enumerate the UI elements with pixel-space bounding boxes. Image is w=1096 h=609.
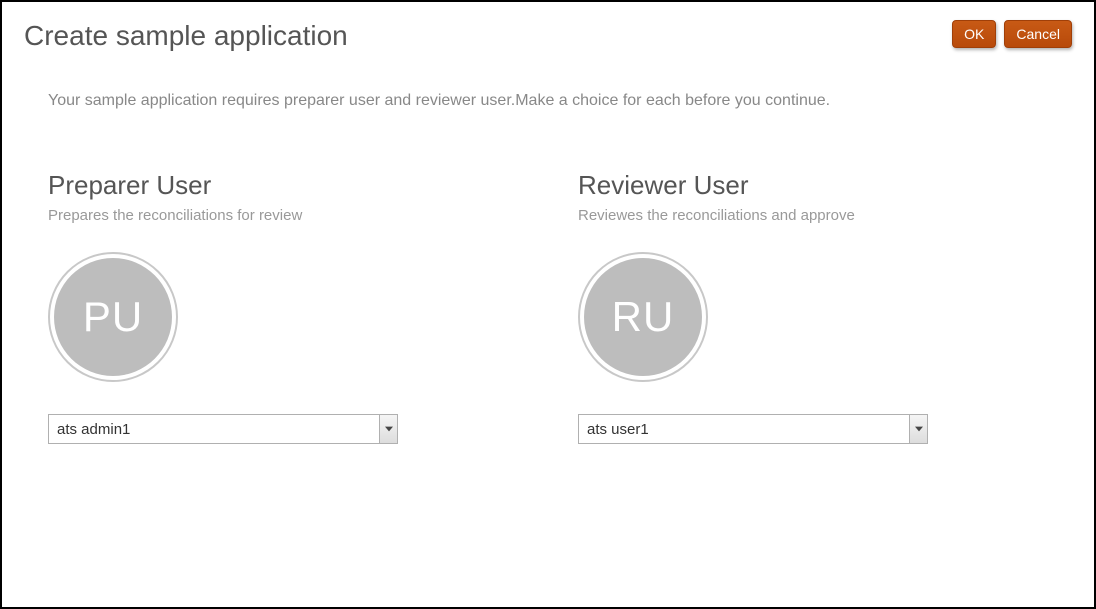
reviewer-title: Reviewer User [578, 170, 1008, 201]
preparer-description: Prepares the reconciliations for review [48, 207, 478, 224]
reviewer-column: Reviewer User Reviewes the reconciliatio… [578, 170, 1008, 444]
preparer-select[interactable]: ats admin1 [48, 414, 398, 444]
reviewer-avatar: RU [578, 252, 708, 382]
reviewer-select[interactable]: ats user1 [578, 414, 928, 444]
create-sample-application-dialog: Create sample application OK Cancel Your… [0, 0, 1096, 609]
preparer-select-wrap: ats admin1 [48, 414, 398, 444]
dialog-header: Create sample application OK Cancel [24, 20, 1072, 52]
user-columns: Preparer User Prepares the reconciliatio… [48, 170, 1072, 444]
page-title: Create sample application [24, 20, 348, 52]
cancel-button[interactable]: Cancel [1004, 20, 1072, 48]
reviewer-select-wrap: ats user1 [578, 414, 928, 444]
ok-button[interactable]: OK [952, 20, 996, 48]
preparer-title: Preparer User [48, 170, 478, 201]
preparer-column: Preparer User Prepares the reconciliatio… [48, 170, 478, 444]
preparer-avatar: PU [48, 252, 178, 382]
reviewer-description: Reviewes the reconciliations and approve [578, 207, 1008, 224]
button-row: OK Cancel [952, 20, 1072, 48]
preparer-avatar-initials: PU [54, 258, 172, 376]
reviewer-avatar-initials: RU [584, 258, 702, 376]
instruction-text: Your sample application requires prepare… [48, 92, 1072, 110]
